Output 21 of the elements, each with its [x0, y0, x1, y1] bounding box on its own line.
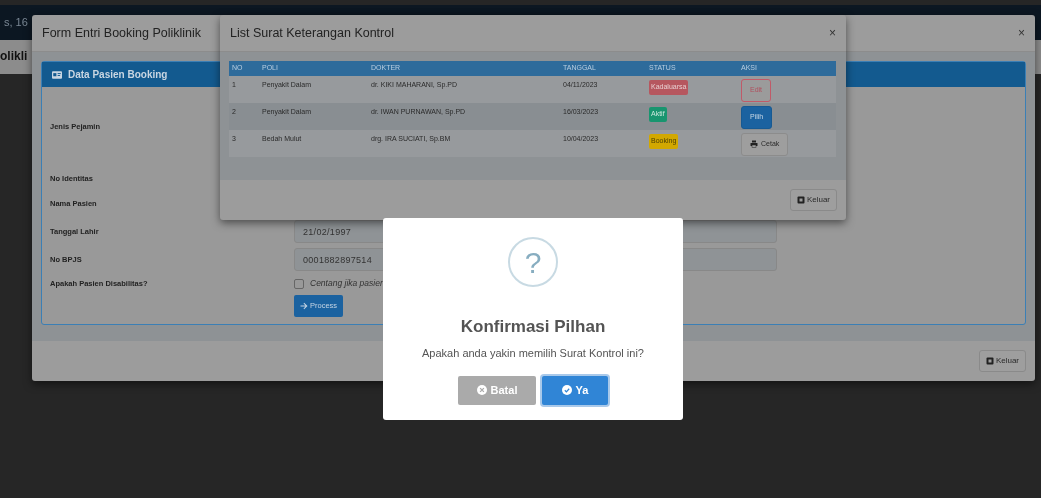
dialog-message: Apakah anda yakin memilih Surat Kontrol ini? [422, 346, 644, 362]
exit-button[interactable]: Keluar [978, 350, 1026, 372]
confirm-button[interactable]: Ya [542, 375, 608, 405]
close-icon [476, 385, 487, 396]
printer-icon [750, 140, 758, 149]
close-button[interactable]: × [1018, 27, 1025, 39]
arrow-right-icon [300, 302, 308, 310]
header-text: s, 16 [4, 15, 28, 30]
modal-title: List Surat Keterangan Kontrol [230, 24, 394, 42]
close-button[interactable]: × [829, 27, 836, 39]
check-circle-icon [561, 385, 572, 396]
stop-icon [796, 196, 805, 204]
checkbox[interactable] [294, 278, 304, 289]
page-title: olikli [0, 49, 28, 65]
dialog-title: Konfirmasi Pilhan [460, 317, 606, 338]
exit-button[interactable]: Keluar [789, 189, 837, 211]
id-card-icon [51, 69, 63, 80]
question-icon: ? [508, 237, 558, 287]
stop-icon [985, 357, 994, 365]
card-title: Data Pasien Booking [68, 68, 168, 82]
modal-title: Form Entri Booking Poliklinik [42, 24, 202, 42]
